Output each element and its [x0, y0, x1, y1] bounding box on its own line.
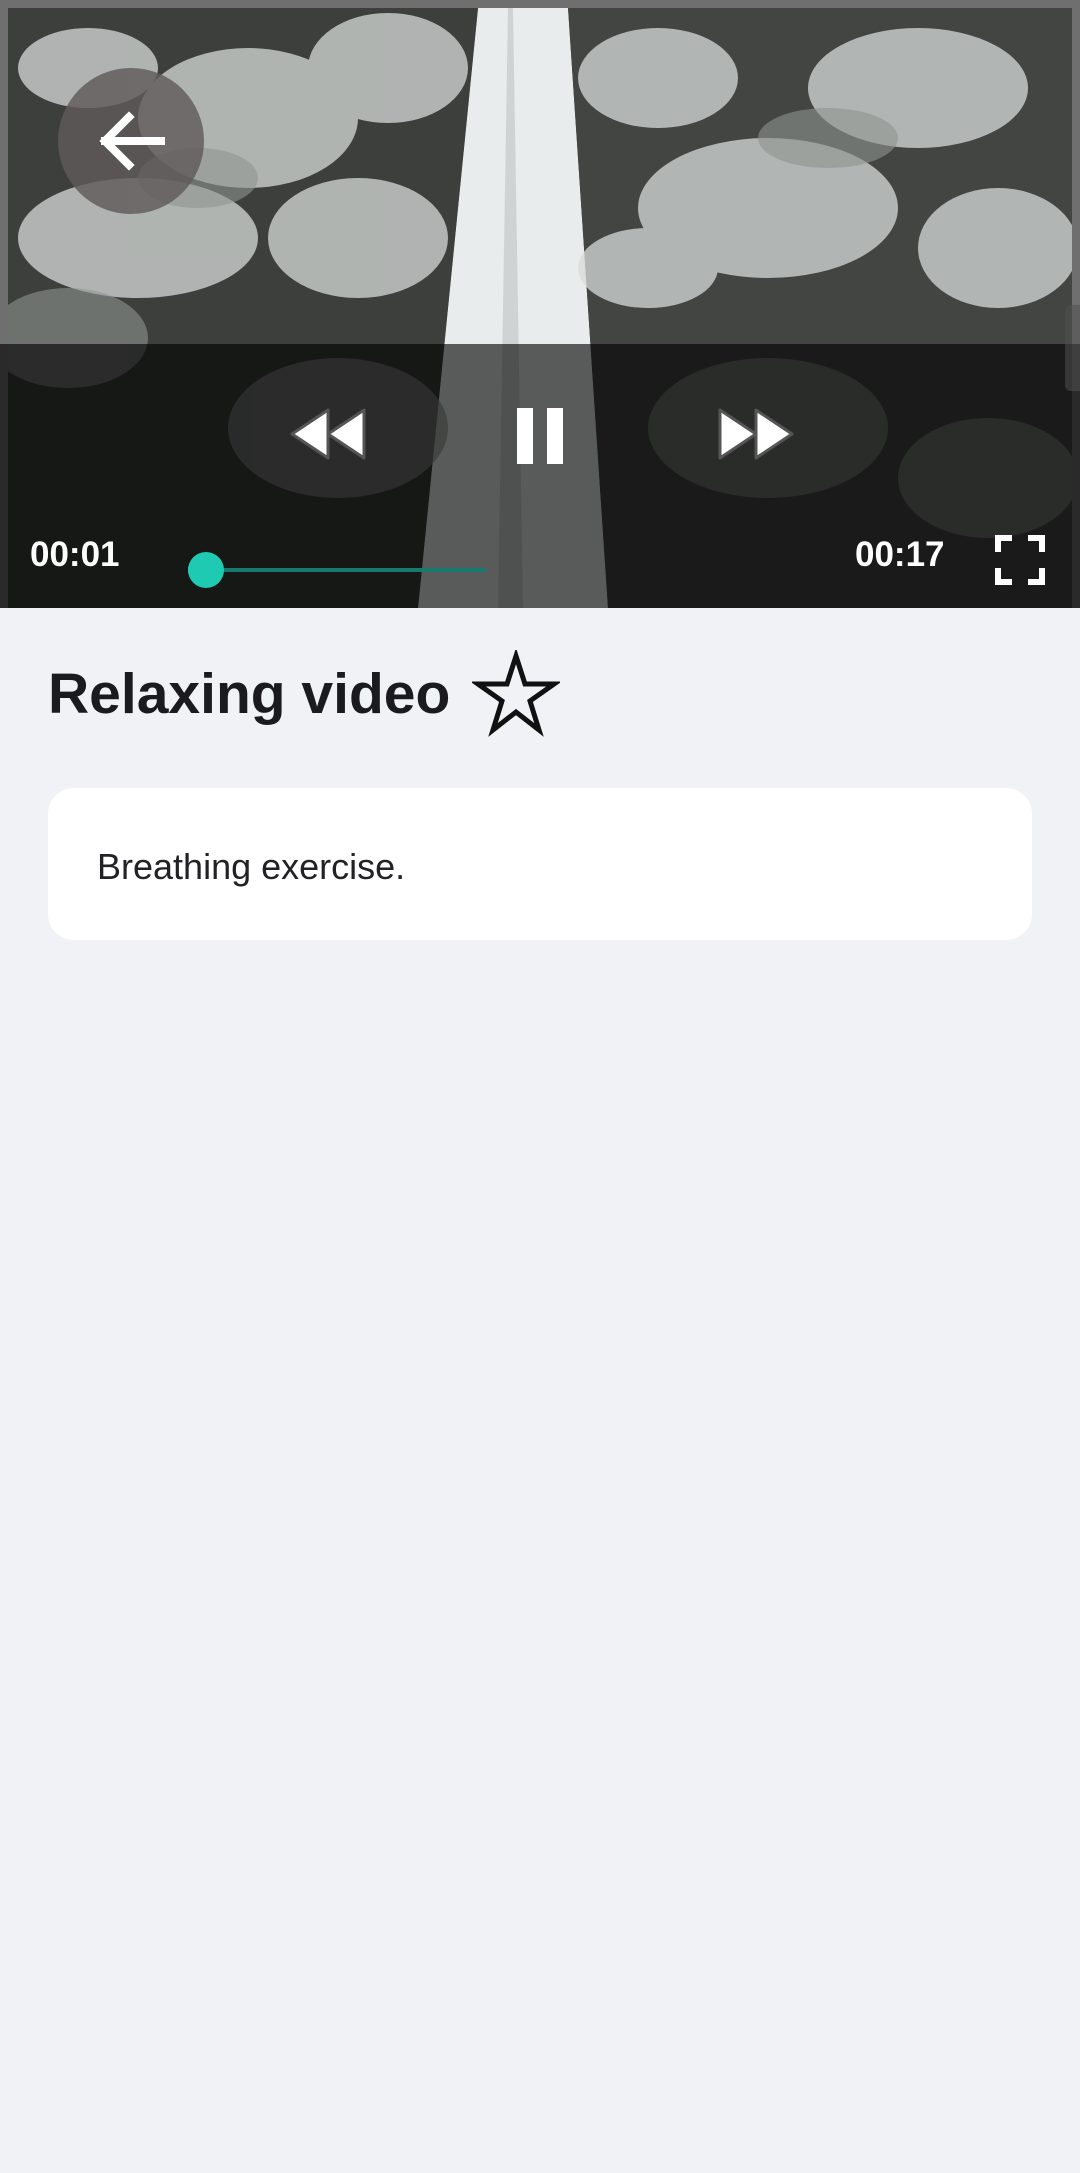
back-button[interactable] [58, 68, 204, 214]
arrow-left-icon [99, 111, 165, 171]
player-controls: 00:01 00:17 [0, 344, 1080, 608]
pause-button[interactable] [510, 404, 570, 468]
current-time: 00:01 [30, 535, 120, 574]
video-title: Relaxing video [48, 662, 451, 726]
seek-bar[interactable] [187, 552, 486, 588]
video-player[interactable]: 00:01 00:17 [0, 0, 1080, 608]
seek-thumb[interactable] [187, 552, 224, 588]
title-row: Relaxing video [48, 647, 563, 738]
total-time: 00:17 [855, 535, 945, 574]
video-description: Breathing exercise. [97, 846, 406, 887]
fast-forward-button[interactable] [716, 404, 796, 464]
star-outline-icon [470, 647, 563, 737]
fullscreen-icon [995, 535, 1045, 585]
description-card: Breathing exercise. [48, 788, 1032, 940]
scroll-edge-indicator [1065, 305, 1080, 391]
rewind-button[interactable] [288, 404, 368, 464]
fast-forward-icon [718, 408, 794, 460]
fullscreen-button[interactable] [994, 534, 1046, 586]
favorite-button[interactable] [470, 647, 563, 738]
pause-icon [517, 408, 563, 464]
seek-track [188, 568, 486, 572]
rewind-icon [290, 408, 366, 460]
